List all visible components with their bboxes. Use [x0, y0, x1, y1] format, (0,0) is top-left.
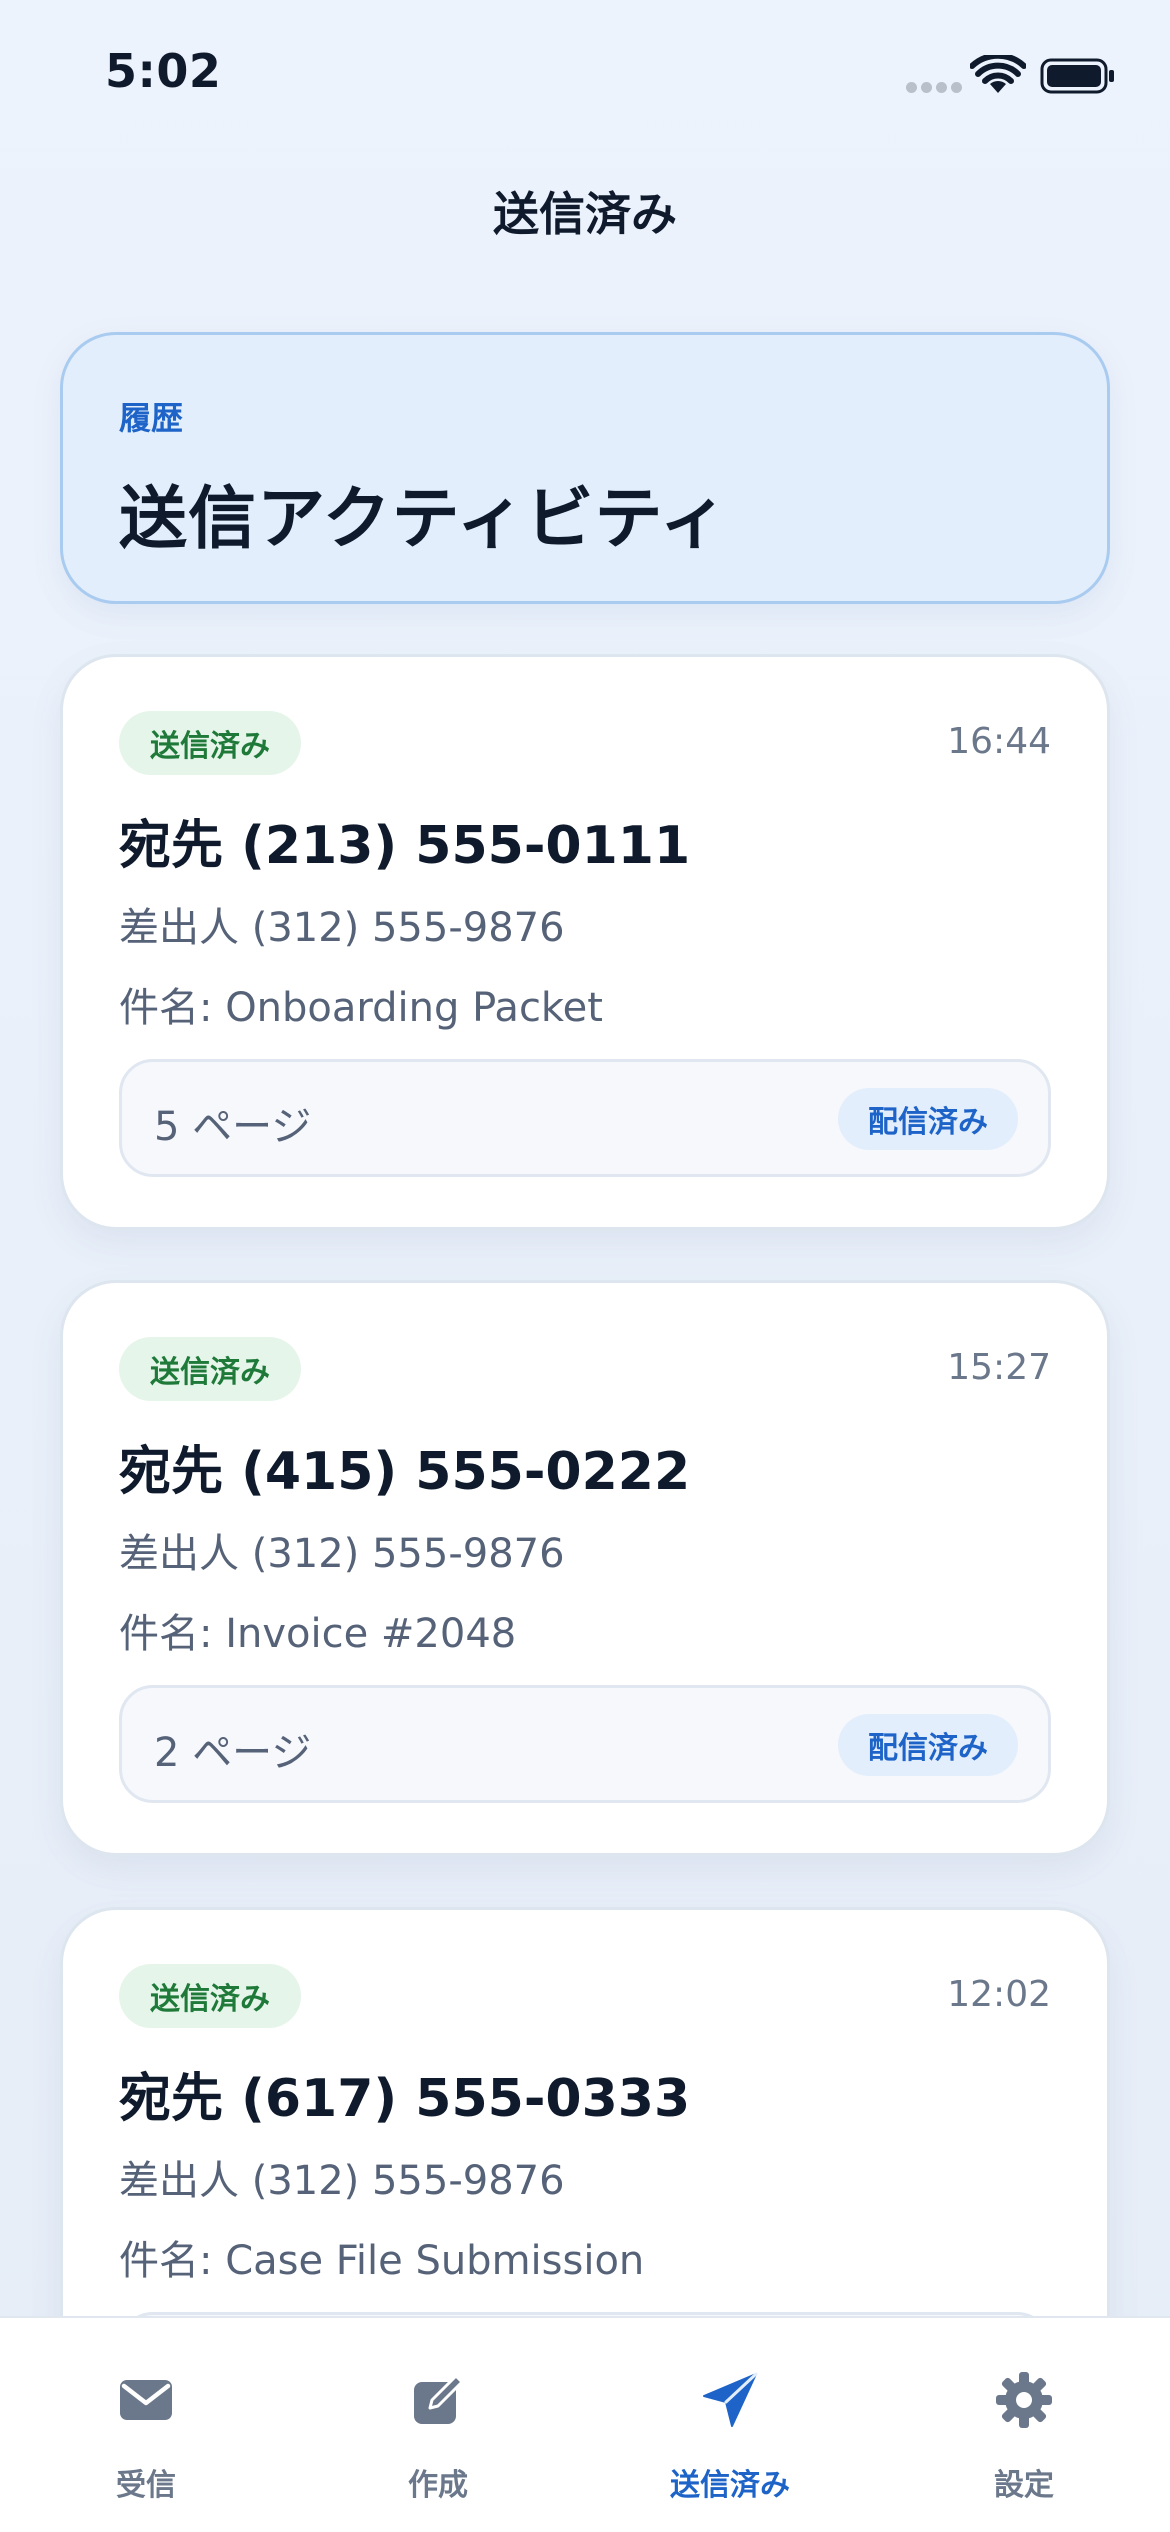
- fax-footer: 5 ページ 配信済み: [119, 1059, 1051, 1177]
- tab-sent[interactable]: 送信済み: [584, 2318, 876, 2532]
- fax-sender: 差出人 (312) 555-9876: [119, 1531, 565, 1577]
- fax-subject: 件名: Invoice #2048: [119, 1611, 517, 1657]
- history-eyebrow: 履歴: [119, 399, 184, 437]
- wifi-icon: [970, 55, 1026, 93]
- activity-title: 送信アクティビティ: [119, 480, 729, 559]
- fax-card[interactable]: 送信済み 15:27 宛先 (415) 555-0222 差出人 (312) 5…: [60, 1280, 1110, 1856]
- fax-sender: 差出人 (312) 555-9876: [119, 905, 565, 951]
- gear-icon: [996, 2372, 1052, 2428]
- status-badge: 送信済み: [119, 1337, 301, 1401]
- fax-recipient: 宛先 (617) 555-0333: [119, 2069, 691, 2129]
- tab-label: 作成: [408, 2468, 468, 2503]
- fax-subject: 件名: Onboarding Packet: [119, 985, 603, 1031]
- fax-recipient: 宛先 (213) 555-0111: [119, 816, 691, 876]
- tab-compose[interactable]: 作成: [292, 2318, 584, 2532]
- fax-time: 15:27: [947, 1347, 1051, 1388]
- status-bar: 5:02: [0, 0, 1170, 150]
- tab-label: 設定: [994, 2468, 1054, 2503]
- page-title: 送信済み: [493, 187, 677, 241]
- status-badge: 送信済み: [119, 1964, 301, 2028]
- fax-time: 12:02: [947, 1974, 1051, 2015]
- status-badge: 送信済み: [119, 711, 301, 775]
- tab-label: 受信: [116, 2468, 176, 2503]
- inbox-icon: [120, 2380, 172, 2420]
- fax-subject: 件名: Case File Submission: [119, 2238, 645, 2284]
- battery-icon: [1040, 58, 1114, 94]
- tab-bar: 受信 作成 送信済み 設定: [0, 2316, 1170, 2532]
- fax-time: 16:44: [947, 721, 1051, 762]
- fax-card[interactable]: 送信済み 16:44 宛先 (213) 555-0111 差出人 (312) 5…: [60, 654, 1110, 1230]
- delivery-badge: 配信済み: [838, 1714, 1018, 1776]
- status-time: 5:02: [105, 44, 222, 98]
- cellular-signal-icon: [906, 82, 962, 94]
- activity-header-card: 履歴 送信アクティビティ: [60, 332, 1110, 604]
- fax-recipient: 宛先 (415) 555-0222: [119, 1442, 691, 1502]
- compose-icon: [414, 2374, 464, 2424]
- app-screen: 5:02 送信済み 履歴 送信アクティビティ 送信済み 16:44 宛先 (21…: [0, 0, 1170, 2532]
- delivery-badge: 配信済み: [838, 1088, 1018, 1150]
- fax-sender: 差出人 (312) 555-9876: [119, 2158, 565, 2204]
- tab-inbox[interactable]: 受信: [0, 2318, 292, 2532]
- send-icon: [703, 2372, 758, 2427]
- tab-label: 送信済み: [670, 2468, 790, 2503]
- fax-footer: 2 ページ 配信済み: [119, 1685, 1051, 1803]
- tab-settings[interactable]: 設定: [878, 2318, 1170, 2532]
- page-count: 5 ページ: [154, 1104, 312, 1150]
- page-count: 2 ページ: [154, 1730, 312, 1776]
